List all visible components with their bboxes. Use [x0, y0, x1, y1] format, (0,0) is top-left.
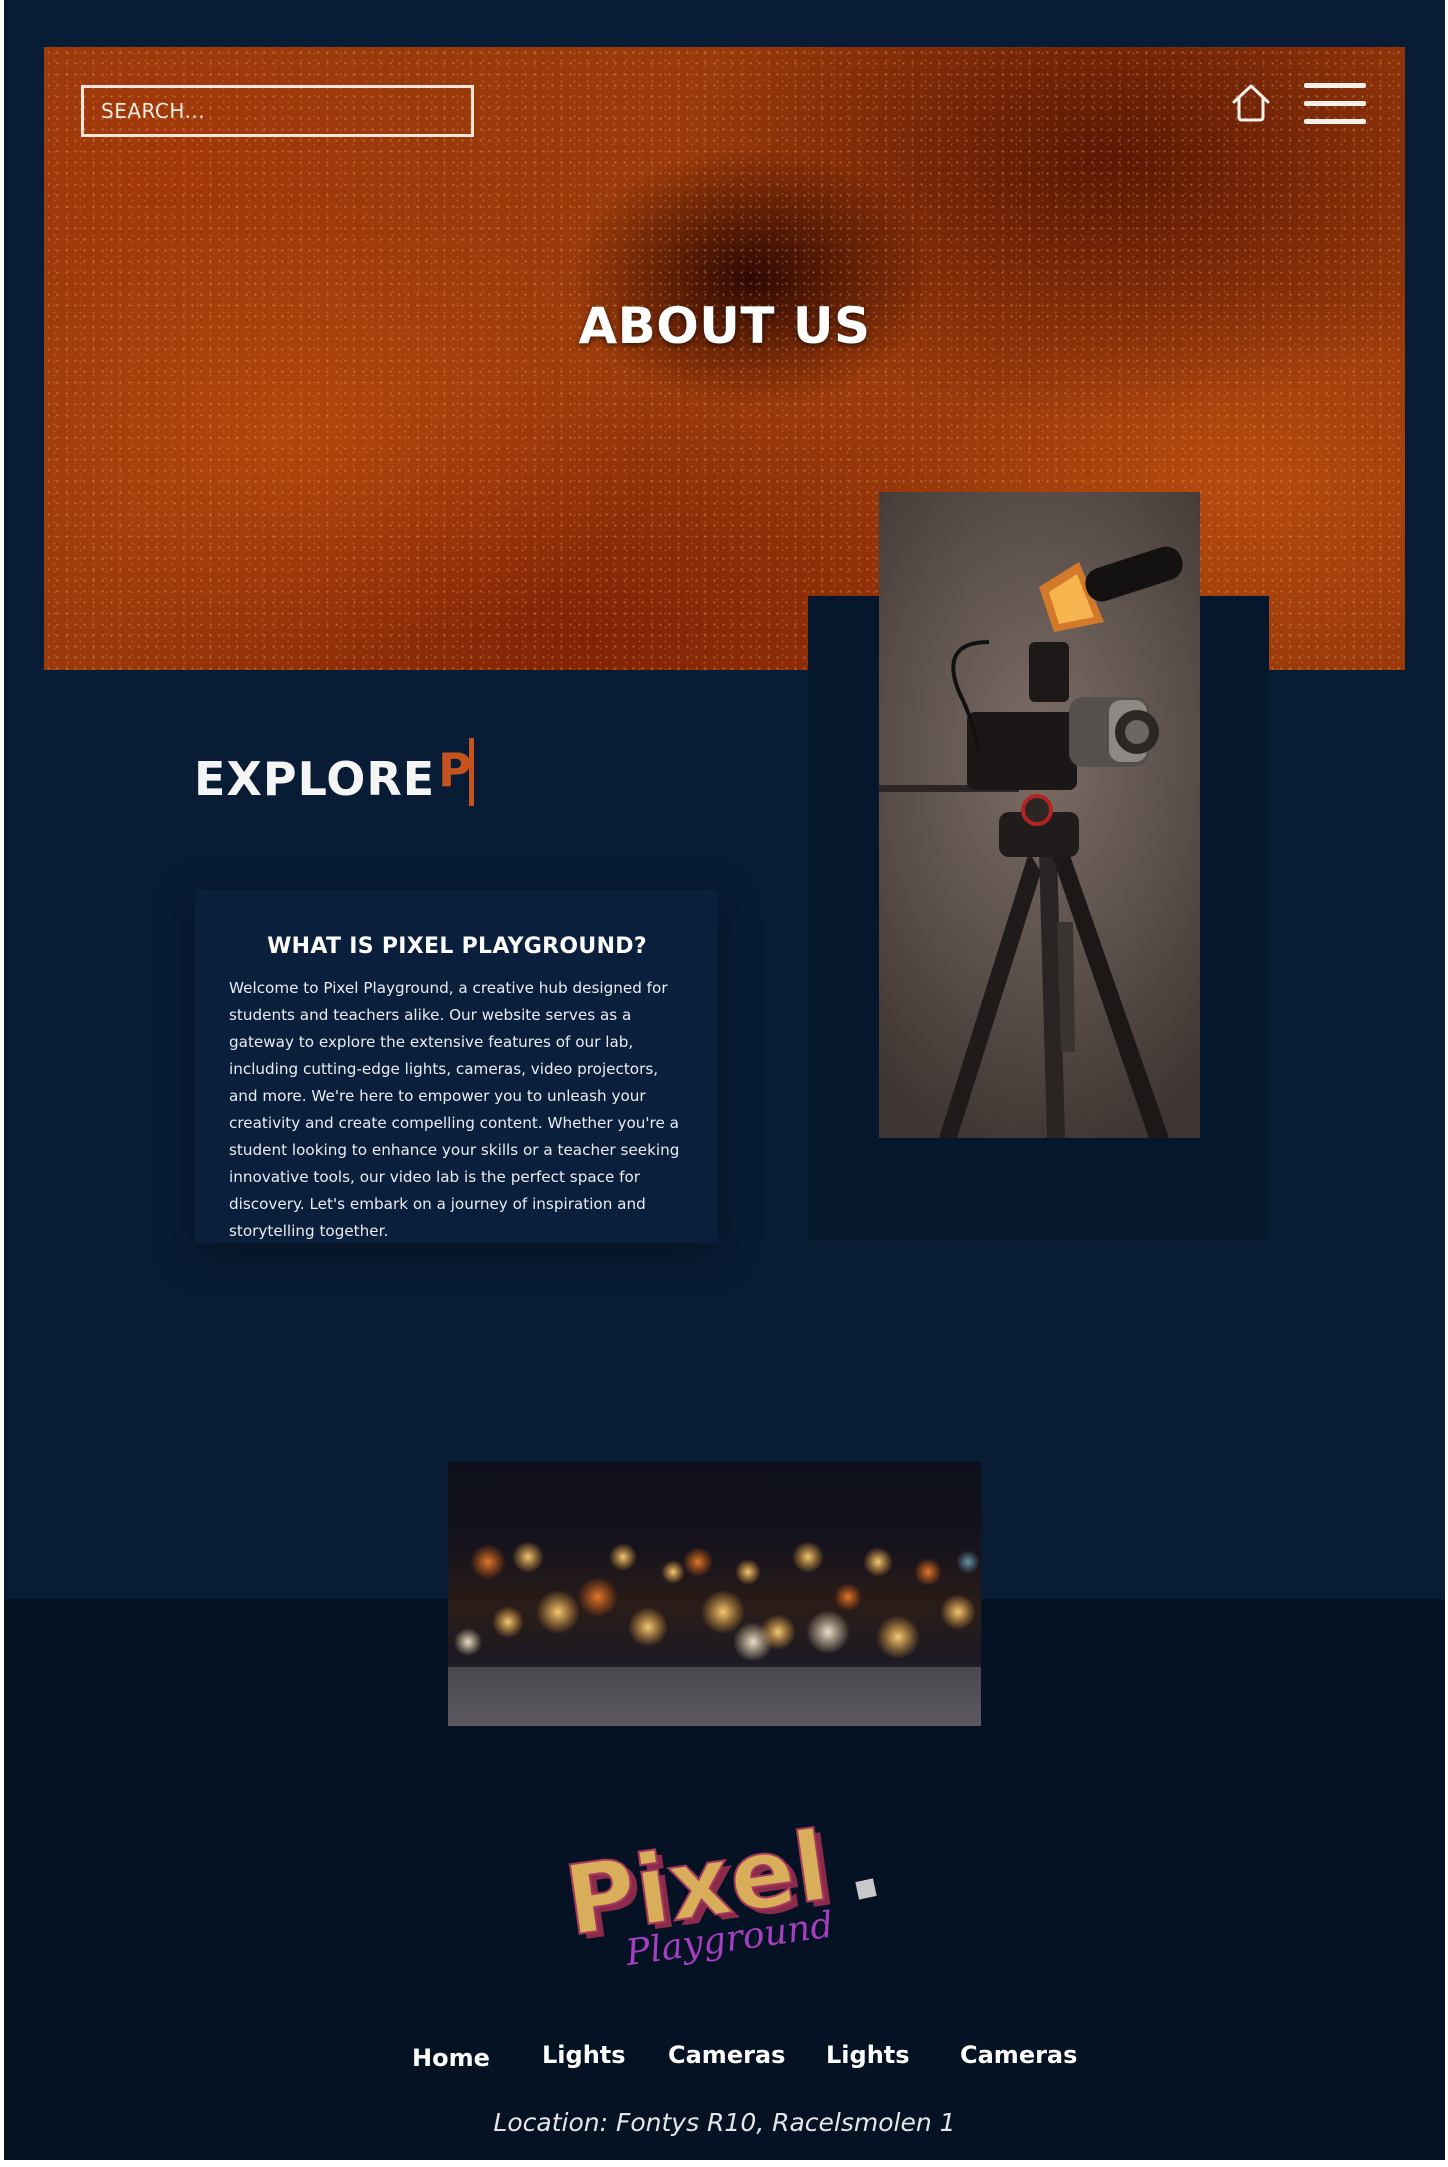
home-icon[interactable] — [1230, 81, 1272, 123]
footer-nav-lights[interactable]: Lights — [542, 2041, 626, 2069]
hero-banner: SEARCH... ABOUT US — [44, 47, 1405, 670]
explore-heading: EXPLORE — [194, 752, 436, 806]
footer-nav-cameras[interactable]: Cameras — [668, 2041, 785, 2069]
camera-tripod-photo — [879, 492, 1200, 1138]
hamburger-menu-icon[interactable] — [1304, 81, 1368, 127]
footer-nav-lights-2[interactable]: Lights — [826, 2041, 910, 2069]
typing-cursor — [469, 738, 474, 806]
footer-nav-cameras-2[interactable]: Cameras — [960, 2041, 1077, 2069]
explore-typed-letter: P — [438, 743, 472, 797]
info-card-body: Welcome to Pixel Playground, a creative … — [229, 979, 680, 1240]
info-card-title: WHAT IS PIXEL PLAYGROUND? — [267, 934, 647, 959]
footer-nav-home[interactable]: Home — [412, 2044, 490, 2072]
bokeh-lights-photo — [448, 1462, 981, 1726]
search-placeholder: SEARCH... — [101, 99, 206, 123]
page: SEARCH... ABOUT US EXPLORE P WHAT IS PIX… — [4, 0, 1445, 2160]
page-title: ABOUT US — [578, 297, 871, 355]
search-input[interactable]: SEARCH... — [81, 85, 474, 137]
about-info-card: WHAT IS PIXEL PLAYGROUND? Welcome to Pix… — [195, 890, 718, 1243]
footer-location: Location: Fontys R10, Racelsmolen 1 — [493, 2108, 956, 2137]
pixel-playground-logo: Pixel Pixel Playground — [558, 1809, 877, 1972]
